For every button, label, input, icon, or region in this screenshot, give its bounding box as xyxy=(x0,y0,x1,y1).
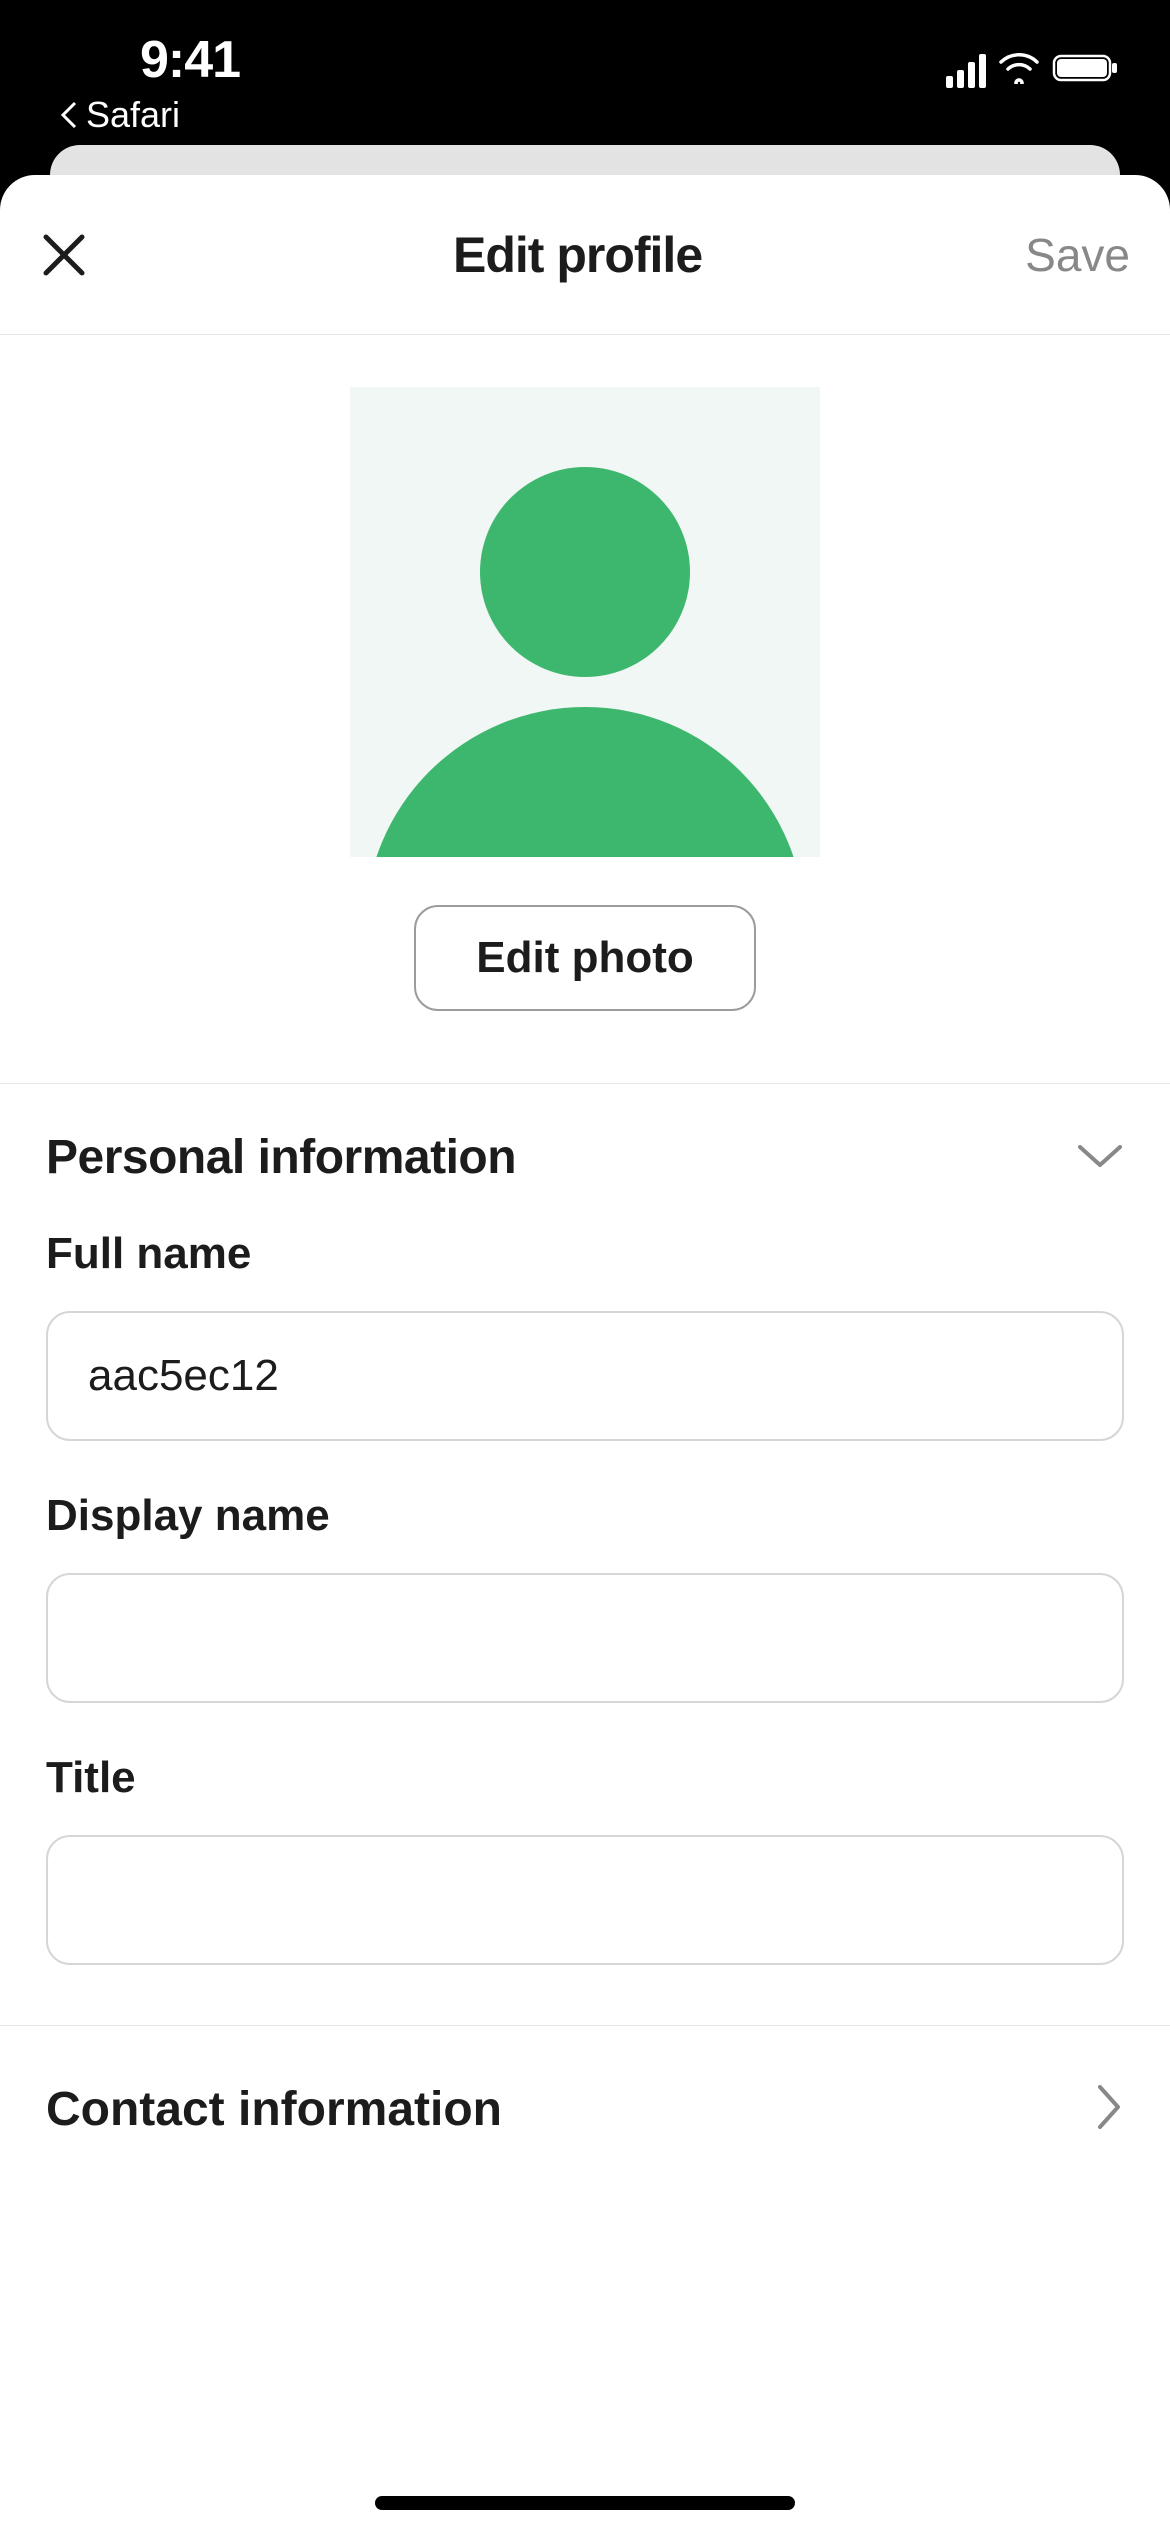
title-label: Title xyxy=(46,1753,1124,1803)
edit-profile-sheet: Edit profile Save Edit photo Personal in… xyxy=(0,175,1170,2532)
title-input[interactable] xyxy=(46,1835,1124,1965)
sheet-header: Edit profile Save xyxy=(0,175,1170,335)
display-name-field-group: Display name xyxy=(46,1491,1124,1703)
title-field-group: Title xyxy=(46,1753,1124,1965)
display-name-label: Display name xyxy=(46,1491,1124,1541)
contact-info-title: Contact information xyxy=(46,2082,502,2137)
page-title: Edit profile xyxy=(453,226,702,284)
edit-photo-button[interactable]: Edit photo xyxy=(414,905,756,1011)
personal-info-header[interactable]: Personal information xyxy=(46,1130,1124,1185)
chevron-right-icon xyxy=(1092,2083,1124,2136)
battery-icon xyxy=(1052,52,1120,89)
personal-info-title: Personal information xyxy=(46,1130,516,1185)
back-chevron-icon xyxy=(60,101,80,129)
back-app-label: Safari xyxy=(86,94,180,136)
contact-information-section[interactable]: Contact information xyxy=(0,2025,1170,2193)
avatar-placeholder-icon xyxy=(480,467,690,677)
full-name-input[interactable] xyxy=(46,1311,1124,1441)
photo-section: Edit photo xyxy=(0,335,1170,1084)
cellular-signal-icon xyxy=(946,54,986,88)
status-bar: 9:41 Safari xyxy=(0,0,1170,140)
save-button[interactable]: Save xyxy=(1025,228,1130,282)
close-button[interactable] xyxy=(40,220,130,290)
close-icon xyxy=(40,231,88,279)
home-indicator[interactable] xyxy=(375,2496,795,2510)
status-time: 9:41 xyxy=(50,30,240,90)
personal-information-section: Personal information Full name Display n… xyxy=(0,1084,1170,2025)
avatar[interactable] xyxy=(350,387,820,857)
wifi-icon xyxy=(998,52,1040,89)
full-name-field-group: Full name xyxy=(46,1229,1124,1441)
display-name-input[interactable] xyxy=(46,1573,1124,1703)
back-to-safari[interactable]: Safari xyxy=(50,94,240,136)
full-name-label: Full name xyxy=(46,1229,1124,1279)
chevron-down-icon xyxy=(1076,1139,1124,1176)
status-indicators xyxy=(946,30,1120,89)
